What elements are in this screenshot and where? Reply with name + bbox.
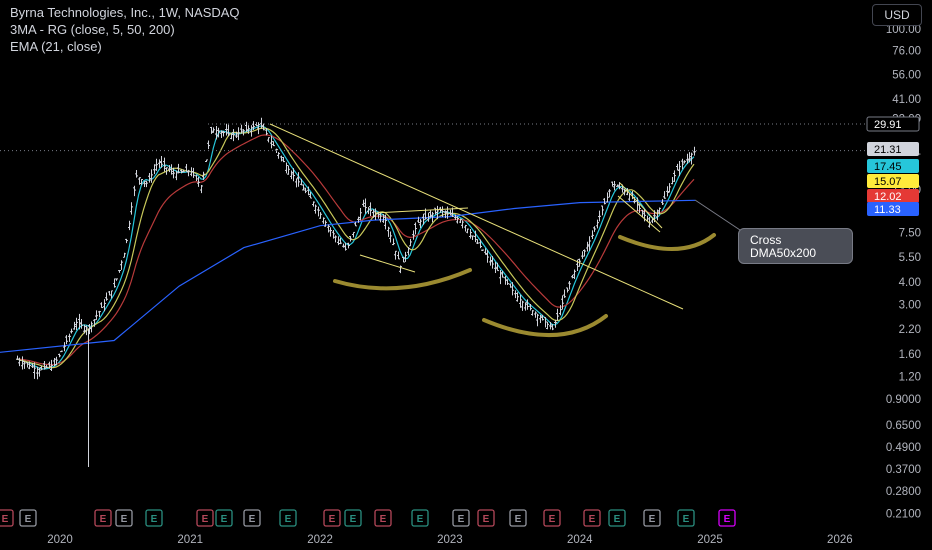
price-tick-label: 0.3700 [886, 464, 921, 476]
time-tick-label: 2021 [177, 534, 203, 546]
ma50-line [16, 127, 695, 369]
time-tick-label: 2023 [437, 534, 463, 546]
neckline-line [374, 207, 469, 214]
price-tick-label: 0.2100 [886, 509, 921, 521]
earnings-marker-letter: E [151, 514, 158, 525]
price-tick-label: 3.00 [899, 300, 921, 312]
currency-button[interactable]: USD [872, 4, 922, 26]
time-tick-label: 2020 [47, 534, 73, 546]
earnings-marker-letter: E [350, 514, 357, 525]
earnings-marker-letter: E [649, 514, 656, 525]
ema-indicator-label[interactable]: EMA (21, close) [10, 38, 240, 55]
price-tick-label: 0.6500 [886, 420, 921, 432]
price-label-text: 17.45 [874, 161, 902, 173]
earnings-marker-letter: E [458, 514, 465, 525]
earnings-marker-letter: E [100, 514, 107, 525]
price-tick-label: 0.4900 [886, 442, 921, 454]
earnings-marker-letter: E [724, 514, 731, 525]
flag-upper-line [619, 182, 663, 229]
price-label-text: 15.07 [874, 176, 902, 188]
price-tick-label: 56.00 [892, 70, 921, 82]
earnings-marker-letter: E [285, 514, 292, 525]
earnings-marker-letter: E [380, 514, 387, 525]
candlestick-series [16, 117, 696, 467]
price-label-text: 12.02 [874, 191, 902, 203]
earnings-marker-letter: E [121, 514, 128, 525]
earnings-marker-letter: E [614, 514, 621, 525]
moving-average-lines [0, 125, 696, 370]
main-downtrend-line [269, 123, 684, 310]
earnings-marker-letter: E [589, 514, 596, 525]
earnings-marker-letter: E [2, 514, 9, 525]
left-shoulder-arc [333, 268, 472, 291]
price-tick-label: 76.00 [892, 46, 921, 58]
price-tick-label: 41.00 [892, 94, 921, 106]
earnings-markers: EEEEEEEEEEEEEEEEEEEEEE [0, 509, 736, 527]
earnings-marker-letter: E [249, 514, 256, 525]
earnings-marker-letter: E [549, 514, 556, 525]
earnings-marker-letter: E [417, 514, 424, 525]
price-tick-label: 5.50 [899, 252, 921, 264]
price-axis: 100.0076.0056.0041.0032.0021.3113.007.50… [866, 24, 921, 521]
earnings-marker-letter: E [483, 514, 490, 525]
price-tick-label: 2.20 [899, 324, 921, 336]
time-tick-label: 2024 [567, 534, 593, 546]
ma200-line [0, 199, 696, 353]
symbol-title: Byrna Technologies, Inc., 1W, NASDAQ [10, 5, 240, 20]
channel-lower-line [359, 254, 416, 273]
price-label-text: 11.33 [874, 204, 901, 216]
price-tick-label: 1.20 [899, 372, 921, 384]
price-label-text: 29.91 [874, 119, 902, 131]
chart-legend: Byrna Technologies, Inc., 1W, NASDAQ 3MA… [10, 4, 240, 55]
price-chart[interactable]: 100.0076.0056.0041.0032.0021.3113.007.50… [0, 0, 932, 550]
time-tick-label: 2022 [307, 534, 333, 546]
earnings-marker-letter: E [329, 514, 336, 525]
earnings-marker-letter: E [221, 514, 228, 525]
time-tick-label: 2026 [827, 534, 853, 546]
earnings-marker-letter: E [202, 514, 209, 525]
ema21-line [16, 134, 695, 366]
ma-indicator-label[interactable]: 3MA - RG (close, 5, 50, 200) [10, 21, 240, 38]
earnings-marker-letter: E [25, 514, 32, 525]
earnings-marker-letter: E [515, 514, 522, 525]
right-shoulder-arc [618, 233, 716, 251]
price-tick-label: 1.60 [899, 349, 921, 361]
time-tick-label: 2025 [697, 534, 723, 546]
price-label-text: 21.31 [874, 144, 902, 156]
time-axis: 2020 2021 2022 2023 2024 2025 2026 [47, 534, 852, 546]
callout-pointer [694, 199, 741, 231]
price-tick-label: 7.50 [899, 228, 921, 240]
cross-callout: Cross DMA50x200 [738, 228, 853, 264]
earnings-marker-letter: E [683, 514, 690, 525]
price-tick-label: 4.00 [899, 277, 921, 289]
price-tick-label: 0.9000 [886, 394, 921, 406]
callout-line-2: DMA50x200 [750, 246, 817, 260]
price-tick-label: 0.2800 [886, 486, 921, 498]
